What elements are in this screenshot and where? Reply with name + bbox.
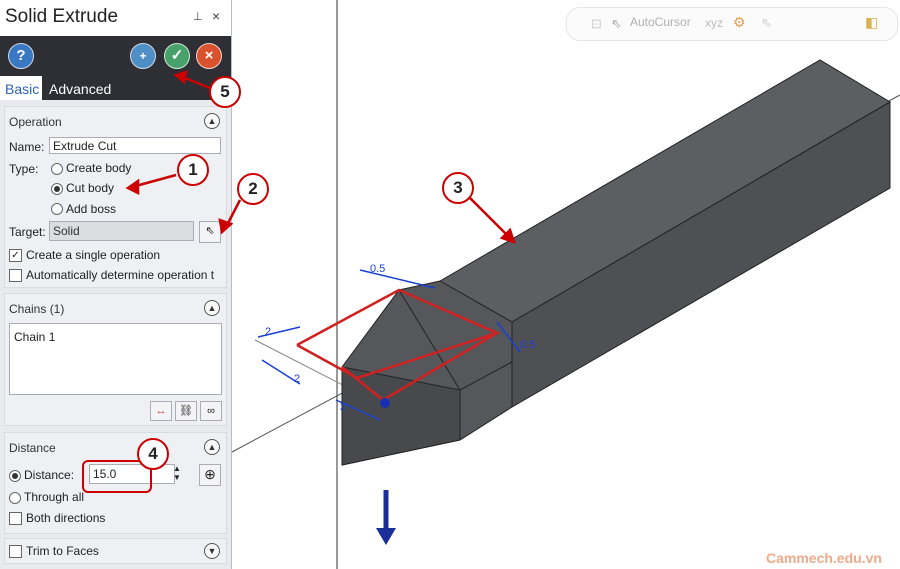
dim-label-2: 0.5 (520, 339, 535, 351)
dim-label-4: 2 (294, 373, 300, 385)
xyz-icon[interactable]: xyz (705, 16, 723, 30)
callout-2: 2 (237, 173, 269, 205)
dim-label-3: 2 (265, 326, 271, 338)
select-arrow-icon[interactable]: ⇖ (761, 15, 772, 31)
autocursor-label[interactable]: AutoCursor (630, 15, 691, 29)
quick-access-toolbar: ⊡ ⇖ xyz ⚙ ⇖ ◧ (566, 7, 898, 41)
callout-3: 3 (442, 172, 474, 204)
gear-icon[interactable]: ⚙ (733, 14, 746, 31)
graphics-viewport[interactable]: 0.5 0.5 2 2 2 (0, 0, 900, 569)
cursor-icon[interactable]: ⇖ (611, 16, 622, 32)
watermark: Cammech.edu.vn (766, 550, 882, 566)
lock-icon[interactable]: ⊡ (591, 16, 602, 32)
extrude-direction-arrow-icon[interactable] (376, 528, 396, 545)
callout-5: 5 (209, 76, 241, 108)
chain-start-point (380, 398, 390, 408)
callout-4: 4 (137, 438, 169, 470)
dim-label-1: 0.5 (370, 263, 385, 275)
view-icon[interactable]: ◧ (865, 14, 878, 31)
dim-label-5: 2 (340, 401, 346, 413)
callout-1: 1 (177, 154, 209, 186)
